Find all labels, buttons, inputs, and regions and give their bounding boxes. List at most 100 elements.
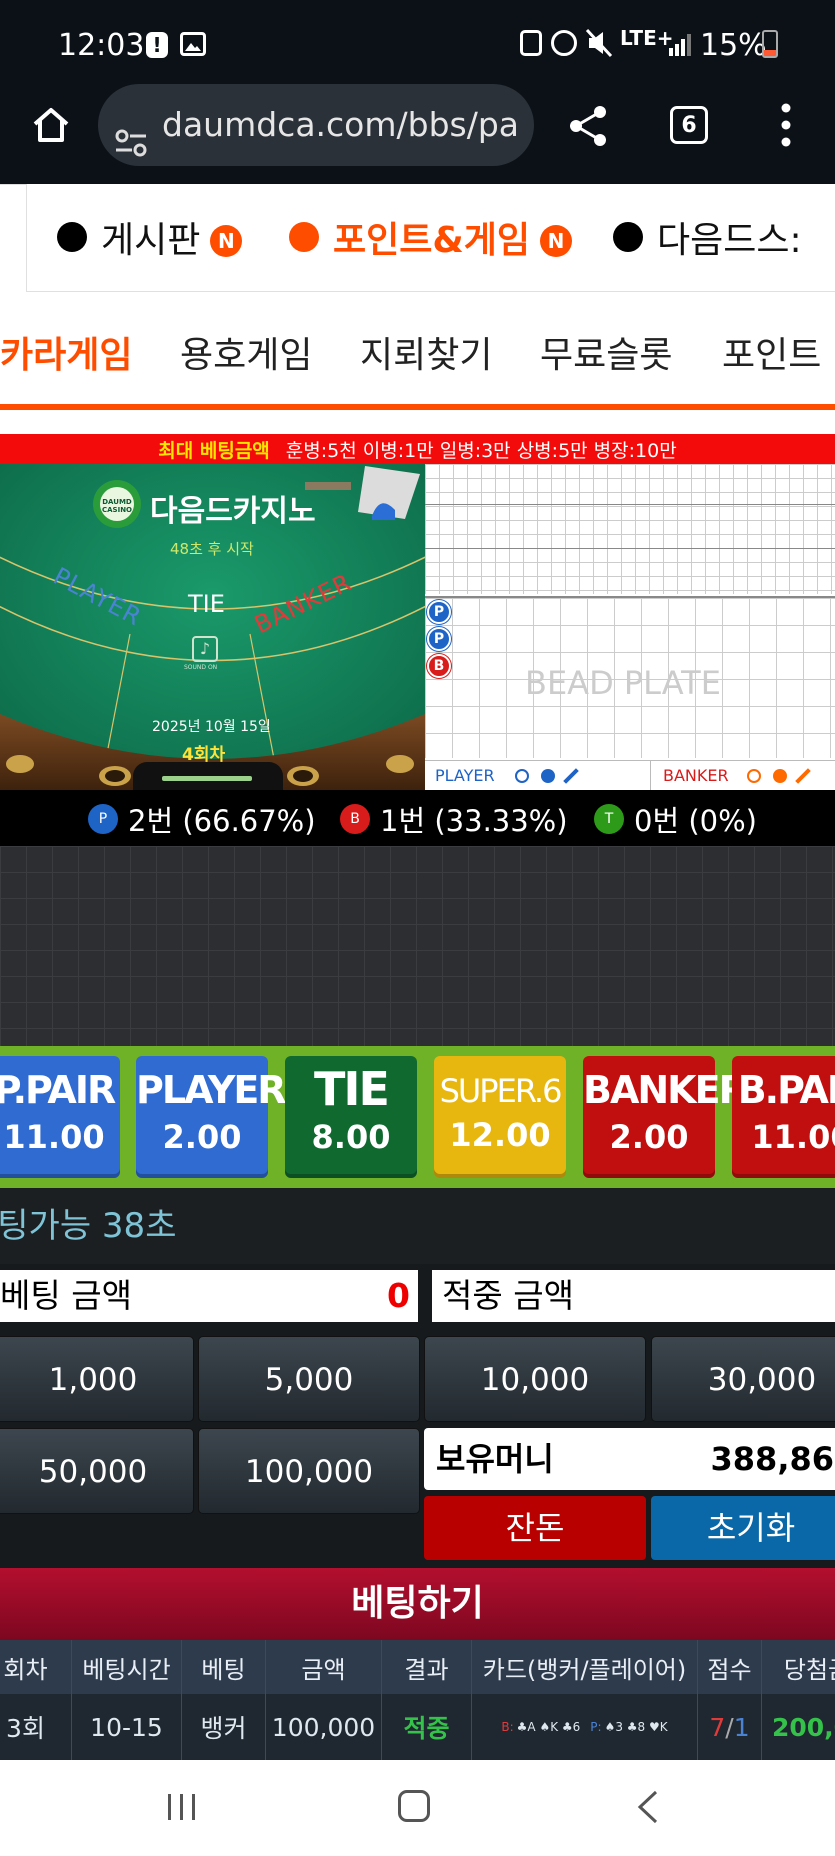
bet-amount-value: 0 [387, 1276, 410, 1315]
chip-30000[interactable]: 30,000 [651, 1336, 835, 1422]
bet-banker-pair[interactable]: B.PAIR 11.00 [732, 1056, 835, 1178]
status-time: 12:03 [58, 28, 145, 63]
bet-name: TIE [314, 1062, 390, 1116]
home-icon[interactable] [30, 104, 72, 146]
legend-divider [650, 761, 651, 790]
address-bar[interactable]: daumdca.com/bbs/pa [98, 84, 534, 166]
new-badge: N [210, 225, 243, 257]
bet-tie[interactable]: TIE 8.00 [285, 1056, 417, 1178]
bet-name: P.PAIR [0, 1068, 116, 1112]
recent-apps-icon[interactable] [166, 1792, 198, 1822]
row-result: 적중 [382, 1694, 472, 1760]
tab-points[interactable]: 포인트 · [722, 326, 835, 378]
site-settings-icon[interactable] [114, 108, 148, 157]
casino-logo: DAUMD CASINO [102, 498, 133, 514]
legend-player-label: PLAYER [435, 766, 495, 785]
stat-text: 2번 (66.67%) [128, 804, 316, 838]
grid-divider [425, 504, 835, 505]
betting-timer: 베팅가능 38초 [0, 1188, 835, 1264]
banker-cards-label: B: [501, 1720, 514, 1734]
balance-field: 보유머니 388,86 [424, 1428, 835, 1490]
tab-minesweeper[interactable]: 지뢰찾기 [360, 326, 492, 378]
bet-odds: 2.00 [609, 1118, 689, 1156]
tab-baccarat[interactable]: 카라게임 [0, 326, 132, 378]
chip-100000[interactable]: 100,000 [198, 1428, 420, 1514]
chip-10000[interactable]: 10,000 [424, 1336, 646, 1422]
banker-ring-icon [747, 769, 761, 783]
row-score: 7 / 1 [698, 1694, 762, 1760]
app-root: 12:03 ! LTE+ 15% daumdca.com/bbs/pa 6 게시… [0, 0, 835, 1856]
row-amount: 100,000 [266, 1694, 382, 1760]
nav-item-label: 게시판 [101, 220, 201, 261]
reset-button[interactable]: 초기화 [651, 1496, 835, 1560]
bet-options: P.PAIR 11.00 PLAYER 2.00 TIE 8.00 SUPER.… [0, 1046, 835, 1188]
bullet-icon [289, 222, 319, 252]
bet-amount-field: 베팅 금액 0 [0, 1270, 418, 1322]
bet-odds: 11.00 [751, 1118, 835, 1156]
bullet-icon [57, 222, 87, 252]
bead-plate-watermark: BEAD PLATE [525, 664, 721, 702]
nav-item-points-game[interactable]: 포인트&게임 N [289, 212, 572, 262]
screen-lock-icon [520, 30, 542, 56]
banker-slash-icon [795, 768, 811, 784]
chip-50000[interactable]: 50,000 [0, 1428, 194, 1514]
player-score: 1 [733, 1712, 750, 1742]
start-countdown: 48초 후 시작 [170, 540, 254, 558]
casino-name: 다음드카지노 [150, 494, 316, 529]
col-round: 회차 [0, 1640, 72, 1694]
signal-icon [668, 32, 692, 56]
bet-banker[interactable]: BANKER 2.00 [583, 1056, 748, 1178]
player-dot-icon [541, 769, 555, 783]
banker-badge: B [340, 804, 370, 834]
row-payout: 200,0 [772, 1712, 835, 1742]
mute-icon [585, 28, 613, 58]
bead-plate: BEAD PLATE P P B PLAYER BANKER [425, 464, 835, 790]
tab-free-slots[interactable]: 무료슬롯 [540, 326, 672, 378]
home-nav-icon[interactable] [398, 1790, 430, 1822]
place-bet-button[interactable]: 베팅하기 [0, 1568, 835, 1640]
table-row: 3회 10-15 뱅커 100,000 적중 B: ♣A ♠K ♣6 P: ♠3… [0, 1694, 835, 1760]
bet-name: PLAYER [136, 1068, 287, 1112]
banker-dot-icon [773, 769, 787, 783]
player-cards-label: P: [590, 1720, 602, 1734]
back-icon[interactable] [636, 1790, 660, 1824]
stat-tie: T 0번 (0%) [594, 798, 757, 840]
bet-name: B.PAIR [737, 1068, 835, 1112]
col-result: 결과 [382, 1640, 472, 1694]
banker-score: 7 [709, 1712, 726, 1742]
main-nav: 게시판 N 포인트&게임 N 다음드스: [26, 184, 835, 292]
battery-percent: 15% [700, 28, 767, 63]
tab-switcher-icon[interactable]: 6 [670, 106, 708, 144]
status-bar: 12:03 ! LTE+ 15% [0, 0, 835, 90]
bet-player-pair[interactable]: P.PAIR 11.00 [0, 1056, 120, 1178]
new-badge: N [540, 225, 572, 257]
bet-amount-label: 베팅 금액 [0, 1276, 132, 1315]
big-road-grid [425, 464, 835, 594]
nav-item-daumd-sports[interactable]: 다음드스: [613, 212, 823, 262]
col-amount: 금액 [266, 1640, 382, 1694]
more-menu-icon[interactable] [780, 102, 792, 148]
battery-icon [762, 30, 778, 58]
sound-icon[interactable]: ♪ [192, 636, 218, 662]
stat-text: 0번 (0%) [634, 804, 757, 838]
small-change-button[interactable]: 잔돈 [424, 1496, 646, 1560]
bet-super6[interactable]: SUPER.6 12.00 [434, 1056, 566, 1178]
chip-5000[interactable]: 5,000 [198, 1336, 420, 1422]
bet-odds: 8.00 [311, 1118, 391, 1156]
bet-player[interactable]: PLAYER 2.00 [136, 1056, 287, 1178]
share-icon[interactable] [566, 104, 610, 148]
bead-result: P [427, 600, 451, 624]
nav-item-board[interactable]: 게시판 N [57, 212, 243, 262]
notification-alert-icon: ! [146, 32, 168, 58]
bet-limits-title: 최대 베팅금액 [158, 439, 270, 462]
history-header: 회차 베팅시간 베팅 금액 결과 카드(뱅커/플레이어) 점수 당첨금 [0, 1640, 835, 1694]
tab-dragon-tiger[interactable]: 용호게임 [180, 326, 312, 378]
nav-item-label: 다음드스: [657, 220, 802, 261]
gallery-icon [180, 32, 206, 56]
bead-result: B [427, 654, 451, 678]
balance-value: 388,86 [710, 1440, 834, 1478]
game-date: 2025년 10월 15일 [152, 719, 271, 735]
col-bet-time: 베팅시간 [72, 1640, 182, 1694]
chip-1000[interactable]: 1,000 [0, 1336, 194, 1422]
col-payout: 당첨금 [783, 1655, 835, 1684]
